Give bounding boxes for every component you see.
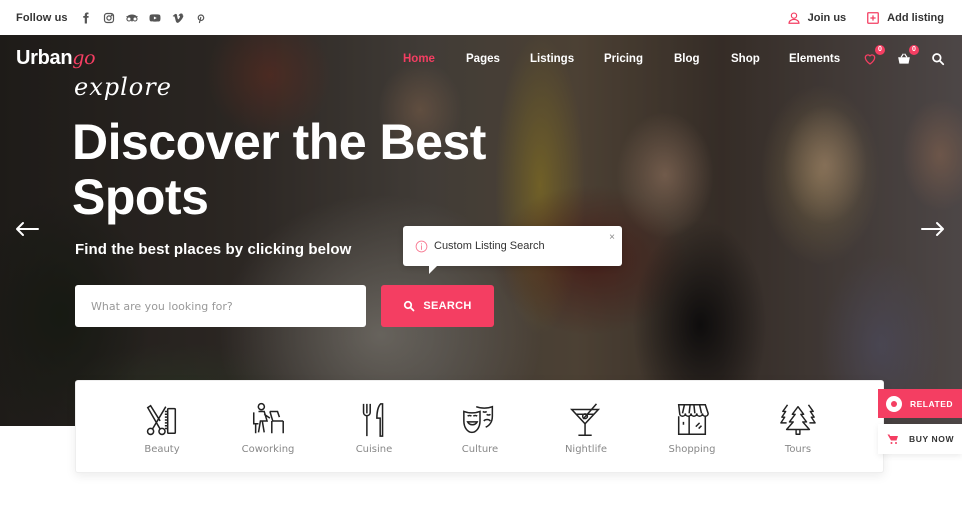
theater-masks-icon: [463, 405, 494, 434]
cocktail-icon: [570, 403, 601, 436]
explore-script-label: explore: [74, 73, 172, 101]
join-us-label: Join us: [807, 11, 847, 24]
category-cuisine[interactable]: Cuisine: [329, 401, 419, 455]
join-us-link[interactable]: Join us: [787, 11, 847, 25]
arrow-right-icon: [921, 222, 944, 236]
scissors-comb-icon: [146, 404, 177, 436]
category-shopping[interactable]: Shopping: [647, 401, 737, 455]
category-label: Shopping: [668, 444, 716, 455]
category-culture[interactable]: Culture: [435, 401, 525, 455]
youtube-icon[interactable]: [149, 11, 162, 24]
hero-subtitle: Find the best places by clicking below: [75, 241, 352, 258]
nav-item-blog[interactable]: Blog: [674, 53, 731, 65]
tooltip-text: Custom Listing Search: [434, 240, 545, 252]
person-at-desk-icon: [252, 402, 284, 434]
tooltip-close-button[interactable]: ×: [609, 233, 615, 243]
search-input[interactable]: [75, 285, 366, 327]
tripadvisor-icon[interactable]: [126, 11, 139, 24]
vimeo-icon[interactable]: [172, 11, 185, 24]
buy-now-button[interactable]: BUY NOW: [878, 424, 962, 454]
related-label: RELATED: [910, 398, 954, 409]
category-nightlife[interactable]: Nightlife: [541, 401, 631, 455]
category-label: Culture: [461, 444, 499, 455]
search-toggle-button[interactable]: [930, 51, 946, 67]
social-follow: Follow us: [16, 0, 218, 35]
heart-icon: [864, 54, 876, 65]
related-button[interactable]: RELATED: [878, 389, 962, 418]
follow-us-label: Follow us: [16, 11, 68, 24]
nav-actions: 0 0: [862, 45, 946, 67]
facebook-icon[interactable]: [80, 11, 93, 24]
category-coworking[interactable]: Coworking: [223, 401, 313, 455]
logo-accent-text: go: [72, 47, 96, 69]
search-icon: [932, 53, 945, 66]
top-bar: Follow us Join us Add listing: [0, 0, 962, 35]
category-label: Cuisine: [355, 444, 393, 455]
pinterest-icon[interactable]: [195, 11, 208, 24]
cart-button[interactable]: 0: [896, 45, 919, 67]
wishlist-count-badge: 0: [875, 45, 885, 55]
account-links: Join us Add listing: [787, 0, 944, 35]
basket-icon: [898, 53, 910, 64]
main-nav: Home Pages Listings Pricing Blog Shop Elements: [403, 53, 840, 65]
add-listing-label: Add listing: [887, 11, 944, 24]
fork-knife-icon: [362, 403, 384, 437]
nav-item-shop[interactable]: Shop: [731, 53, 789, 65]
hero-title: Discover the Best Spots: [72, 114, 486, 225]
info-icon: [415, 240, 428, 253]
category-label: Coworking: [241, 444, 295, 455]
slider-prev-arrow[interactable]: [14, 218, 40, 240]
nav-item-pricing[interactable]: Pricing: [604, 53, 674, 65]
category-label: Nightlife: [564, 444, 608, 455]
related-icon: [886, 395, 902, 412]
logo-text: Urban: [16, 47, 73, 69]
pine-trees-icon: [780, 404, 816, 435]
buy-now-label: BUY NOW: [909, 434, 955, 444]
nav-item-elements[interactable]: Elements: [789, 53, 840, 65]
search-button-label: SEARCH: [423, 300, 472, 312]
hero-section: Urbango Home Pages Listings Pricing Blog Shop…: [0, 35, 962, 426]
category-tours[interactable]: Tours: [753, 401, 843, 455]
category-label: Tours: [784, 444, 812, 455]
category-bar: Beauty Coworking Cuisine Culture Nightli…: [75, 380, 884, 473]
search-icon: [404, 300, 415, 312]
category-beauty[interactable]: Beauty: [117, 401, 207, 455]
site-logo[interactable]: Urbango: [16, 47, 96, 70]
cart-icon: [887, 434, 898, 444]
nav-item-listings[interactable]: Listings: [530, 53, 604, 65]
wishlist-button[interactable]: 0: [862, 45, 885, 67]
category-label: Beauty: [144, 444, 180, 455]
user-icon: [788, 11, 800, 24]
add-listing-link[interactable]: Add listing: [866, 11, 944, 25]
slider-next-arrow[interactable]: [920, 218, 946, 240]
cart-count-badge: 0: [909, 45, 919, 55]
plus-square-icon: [867, 11, 880, 24]
search-button[interactable]: SEARCH: [381, 285, 494, 327]
nav-item-pages[interactable]: Pages: [466, 53, 530, 65]
arrow-left-icon: [16, 222, 39, 236]
nav-item-home[interactable]: Home: [403, 53, 466, 65]
custom-search-tooltip: Custom Listing Search ×: [403, 226, 622, 274]
storefront-icon: [677, 404, 709, 436]
instagram-icon[interactable]: [103, 11, 116, 24]
